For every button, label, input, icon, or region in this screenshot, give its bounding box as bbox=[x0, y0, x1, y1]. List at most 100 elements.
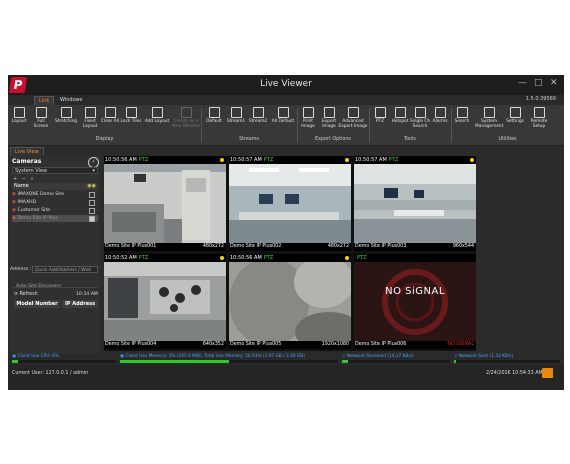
tree-item-selected[interactable]: ◉ Demo Site IP Plus bbox=[12, 215, 98, 222]
stream1-button[interactable]: Stream1 bbox=[225, 107, 247, 124]
chevron-down-icon: ▾ bbox=[92, 168, 95, 174]
settings-button[interactable]: Settings bbox=[504, 107, 526, 124]
tree-item[interactable]: ◉ IMAXHD bbox=[12, 199, 98, 206]
search-icon bbox=[414, 107, 426, 118]
live-viewer-window: P Live Viewer — □ ✕ Link Windows 1.5.0.3… bbox=[8, 75, 564, 390]
list-header: Name ◉◉ bbox=[12, 183, 98, 190]
stream-icon bbox=[208, 107, 220, 118]
lock-screen-button[interactable] bbox=[542, 368, 553, 378]
all-default-button[interactable]: All Default bbox=[270, 107, 296, 124]
memory-icon: ▣ bbox=[120, 354, 125, 359]
layout-button[interactable]: Layout bbox=[8, 107, 30, 124]
group-label-streams: Streams bbox=[239, 137, 259, 142]
tile-footer: Demo Site IP Plus003 960x544 bbox=[354, 243, 476, 251]
group-label-utilities: Utilities bbox=[498, 137, 517, 142]
memory-status: ▣ Client Use Memory: 3% (165.0 MiB), Tot… bbox=[120, 354, 305, 359]
tile-footer: Demo Site IP Plus001 480x272 bbox=[104, 243, 226, 251]
quick-add-address-input[interactable]: Quick Add(Address [:Web bbox=[32, 266, 98, 273]
camera-feed-image bbox=[104, 164, 226, 243]
remove-icon[interactable]: − bbox=[22, 176, 26, 182]
camera-feed-image bbox=[104, 262, 226, 341]
add-layout-button[interactable]: Add Layout bbox=[144, 107, 170, 124]
tree-item[interactable]: ◉ Customer Site bbox=[12, 207, 98, 214]
maximize-button[interactable]: □ bbox=[534, 78, 543, 88]
tree-toolbar: + − ⌕ bbox=[13, 176, 33, 182]
fullscreen-icon bbox=[35, 107, 47, 118]
alarm-icon bbox=[434, 107, 446, 118]
lock-tiles-icon bbox=[125, 107, 137, 118]
system-management-button[interactable]: System Management bbox=[475, 107, 503, 129]
sent-bar-fill bbox=[454, 360, 457, 363]
status-icons: ◉◉ bbox=[87, 183, 96, 189]
hotspot-button[interactable]: Hotspot bbox=[389, 107, 411, 124]
full-screen-button[interactable]: Full Screen bbox=[30, 107, 52, 129]
video-tile-2[interactable]: 10:50:57 AM PTZ Demo Site IP Plus002 480x2… bbox=[229, 156, 351, 251]
tree-item[interactable]: ◉ iMAXONE Demo Site bbox=[12, 191, 98, 198]
stretch-icon bbox=[60, 107, 72, 118]
no-signal-image bbox=[354, 262, 476, 341]
cpu-bar bbox=[12, 360, 116, 363]
video-tile-1[interactable]: 10:50:56 AM PTZ Demo Site IP Plus001 480x2… bbox=[104, 156, 226, 251]
stream2-button[interactable]: Stream2 bbox=[247, 107, 269, 124]
item-checkbox[interactable] bbox=[89, 216, 95, 222]
column-model-number[interactable]: Model Number bbox=[14, 300, 60, 308]
video-tile-4[interactable]: 10:50:52 AM PTZ Demo Site IP Plus004 640x3… bbox=[104, 254, 226, 349]
stream-icon bbox=[230, 107, 242, 118]
grid-icon bbox=[13, 107, 25, 118]
camera-feed-image bbox=[229, 164, 351, 243]
minimize-button[interactable]: — bbox=[518, 78, 527, 88]
item-checkbox[interactable] bbox=[89, 208, 95, 214]
remote-setup-icon bbox=[533, 107, 545, 118]
ptz-icon bbox=[374, 107, 386, 118]
video-tile-3[interactable]: 10:50:57 AM PTZ Demo Site IP Plus003 960x5… bbox=[354, 156, 476, 251]
received-bar-fill bbox=[342, 360, 349, 363]
video-grid: 10:50:56 AM PTZ Demo Site IP Plus001 480x2… bbox=[104, 156, 476, 351]
item-checkbox[interactable] bbox=[89, 200, 95, 206]
remote-setup-button[interactable]: Remote Setup bbox=[527, 107, 551, 129]
window-title: Live Viewer bbox=[260, 79, 312, 89]
search-button[interactable]: Search bbox=[451, 107, 473, 124]
tile-timestamp: 10:50:56 AM PTZ bbox=[105, 157, 149, 163]
version-label: 1.5.0.39566 bbox=[525, 96, 556, 102]
lock-tiles-button[interactable]: Lock Tiles bbox=[118, 107, 144, 124]
add-icon[interactable]: + bbox=[13, 176, 17, 182]
column-ip-address[interactable]: IP Address bbox=[62, 300, 98, 308]
tile-timestamp: 10:50:57 AM PTZ bbox=[355, 157, 399, 163]
view-select[interactable]: System View ▾ bbox=[12, 167, 98, 174]
sent-bar bbox=[454, 360, 560, 363]
single-ch-search-button[interactable]: Single Ch Search bbox=[409, 107, 431, 129]
item-checkbox[interactable] bbox=[89, 192, 95, 198]
ribbon-toolbar: Layout Full Screen Stretching Fixed Layo… bbox=[8, 105, 564, 146]
tile-footer: Demo Site IP Plus002 480x272 bbox=[229, 243, 351, 251]
video-tile-6[interactable]: PTZ NO SiGNAL Demo Site IP Plus006 NO SIG… bbox=[354, 254, 476, 349]
site-icon: ◉ bbox=[12, 192, 17, 197]
export-image-button[interactable]: Export Image bbox=[318, 107, 340, 129]
stretching-button[interactable]: Stretching bbox=[55, 107, 77, 124]
print-icon bbox=[302, 107, 314, 118]
network-icon: ⇩ bbox=[342, 354, 346, 359]
tile-timestamp: PTZ bbox=[357, 255, 367, 261]
tile-timestamp: 10:50:57 AM PTZ bbox=[230, 157, 274, 163]
recording-indicator-icon bbox=[220, 158, 224, 162]
search-icon[interactable]: ⌕ bbox=[31, 176, 34, 182]
tile-timestamp: 10:50:56 AM PTZ bbox=[230, 255, 274, 261]
stream-icon bbox=[277, 107, 289, 118]
alarms-button[interactable]: Alarms bbox=[429, 107, 451, 124]
advanced-export-button[interactable]: Advanced Export Image bbox=[338, 107, 368, 129]
close-button[interactable]: ✕ bbox=[550, 78, 558, 88]
group-label-tools: Tools bbox=[404, 137, 416, 142]
fixed-layout-button[interactable]: Fixed Layout bbox=[79, 107, 101, 129]
print-image-button[interactable]: Print Image bbox=[297, 107, 319, 129]
received-bar bbox=[342, 360, 450, 363]
refresh-button[interactable]: ⟳ Refresh bbox=[14, 292, 38, 297]
video-tile-5[interactable]: 10:50:56 AM PTZ Demo Site IP Plus005 1920x… bbox=[229, 254, 351, 349]
tab-windows[interactable]: Windows bbox=[56, 96, 86, 105]
search-icon bbox=[456, 107, 468, 118]
ptz-button[interactable]: PTZ bbox=[369, 107, 391, 124]
stream-default-button[interactable]: Default bbox=[203, 107, 225, 124]
site-icon: ◉ bbox=[12, 216, 17, 221]
cpu-bar-fill bbox=[12, 360, 19, 363]
cpu-icon: ▣ bbox=[12, 354, 17, 359]
memory-bar bbox=[120, 360, 338, 363]
new-window-button[interactable]: Create as a New Window bbox=[172, 107, 200, 129]
